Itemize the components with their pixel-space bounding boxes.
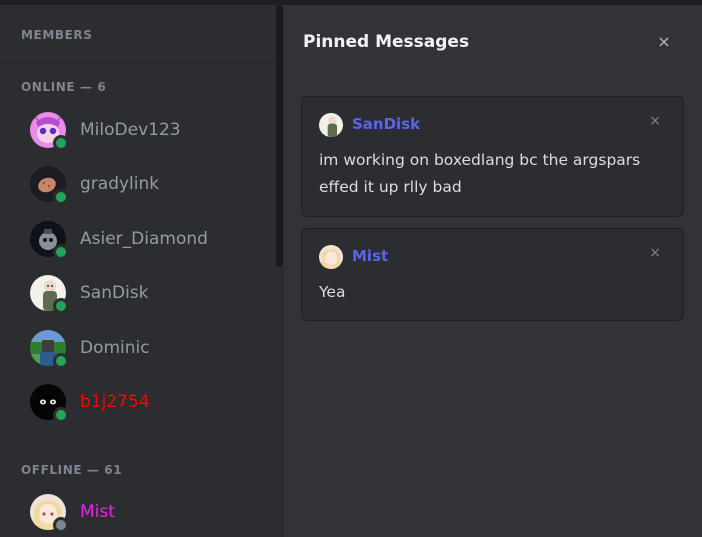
member-name: SanDisk [80,283,149,303]
message-author[interactable]: Mist [352,247,388,265]
member-name: Asier_Diamond [80,229,208,249]
status-online-indicator [53,353,69,369]
avatar [30,112,69,151]
close-icon[interactable]: × [654,32,674,52]
member-list: MEMBERS ONLINE — 6 MiloDev123 gradylink … [0,5,284,537]
member-name: Dominic [80,338,150,358]
status-online-indicator [53,244,69,260]
online-section-label: ONLINE — 6 [21,80,107,94]
status-online-indicator [53,298,69,314]
member-name: b1j2754 [80,392,150,412]
member-item-mist[interactable]: Mist [30,492,115,533]
offline-section-label: OFFLINE — 61 [21,463,123,477]
member-item-milodev123[interactable]: MiloDev123 [30,110,181,151]
status-online-indicator [53,189,69,205]
pinned-messages-panel: Pinned Messages × SanDisk × im working o… [284,5,702,537]
avatar [30,384,69,423]
pinned-messages-title: Pinned Messages [303,32,470,52]
member-item-asier-diamond[interactable]: Asier_Diamond [30,219,208,260]
avatar [30,221,69,260]
pinned-message[interactable]: SanDisk × im working on boxedlang bc the… [301,96,684,217]
avatar [30,494,69,533]
member-item-b1j2754[interactable]: b1j2754 [30,382,150,423]
status-online-indicator [53,407,69,423]
unpin-close-icon[interactable]: × [649,245,661,261]
unpin-close-icon[interactable]: × [649,113,661,129]
status-online-indicator [53,135,69,151]
member-item-sandisk[interactable]: SanDisk [30,273,149,314]
header-divider [0,62,276,63]
status-offline-indicator [53,517,69,533]
member-name: gradylink [80,174,160,194]
message-content: Yea [319,283,346,301]
avatar [30,330,69,369]
message-content: im working on boxedlang bc the argspars … [319,151,641,196]
member-name: MiloDev123 [80,120,181,140]
avatar [30,166,69,205]
member-name: Mist [80,502,115,522]
message-author[interactable]: SanDisk [352,115,420,133]
member-item-dominic[interactable]: Dominic [30,328,150,369]
member-item-gradylink[interactable]: gradylink [30,164,160,205]
avatar [319,113,343,137]
avatar [30,275,69,314]
avatar [319,245,343,269]
members-header: MEMBERS [21,28,93,42]
member-list-scrollbar[interactable] [276,5,283,267]
pinned-message[interactable]: Mist × Yea [301,228,684,321]
